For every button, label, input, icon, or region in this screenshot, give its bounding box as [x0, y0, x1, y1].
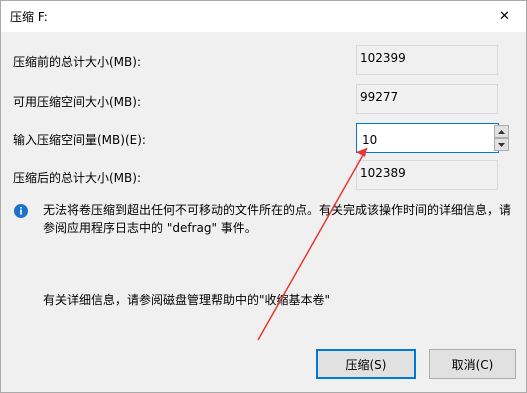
total-before-label: 压缩前的总计大小(MB):: [13, 55, 141, 69]
total-after-value: 102389: [356, 160, 498, 190]
available-space-value: 99277: [356, 84, 498, 114]
spin-up-button[interactable]: [494, 125, 509, 138]
help-link-text: 有关详细信息，请参阅磁盘管理帮助中的"收缩基本卷": [43, 293, 331, 307]
info-message: 无法将卷压缩到超出任何不可移动的文件所在的点。有关完成该操作时间的详细信息，请参…: [43, 203, 512, 235]
info-icon: [14, 204, 28, 218]
shrink-amount-label: 输入压缩空间量(MB)(E):: [13, 133, 146, 147]
cancel-button[interactable]: 取消(C): [429, 349, 516, 379]
title-bar[interactable]: 压缩 F: ✕: [1, 1, 526, 32]
close-button[interactable]: ✕: [483, 1, 526, 32]
spin-down-button[interactable]: [494, 138, 509, 151]
total-before-value: 102399: [356, 45, 498, 75]
shrink-volume-dialog: 压缩 F: ✕ 压缩前的总计大小(MB): 102399 可用压缩空间大小(MB…: [0, 0, 527, 393]
total-after-label: 压缩后的总计大小(MB):: [13, 171, 141, 185]
shrink-amount-input[interactable]: [356, 123, 499, 153]
available-space-label: 可用压缩空间大小(MB):: [13, 95, 141, 109]
chevron-down-icon: [498, 142, 505, 147]
chevron-up-icon: [498, 129, 505, 134]
shrink-amount-spinner: [356, 123, 509, 153]
close-icon: ✕: [499, 9, 510, 24]
shrink-button[interactable]: 压缩(S): [316, 349, 416, 379]
window-title: 压缩 F:: [10, 10, 48, 24]
